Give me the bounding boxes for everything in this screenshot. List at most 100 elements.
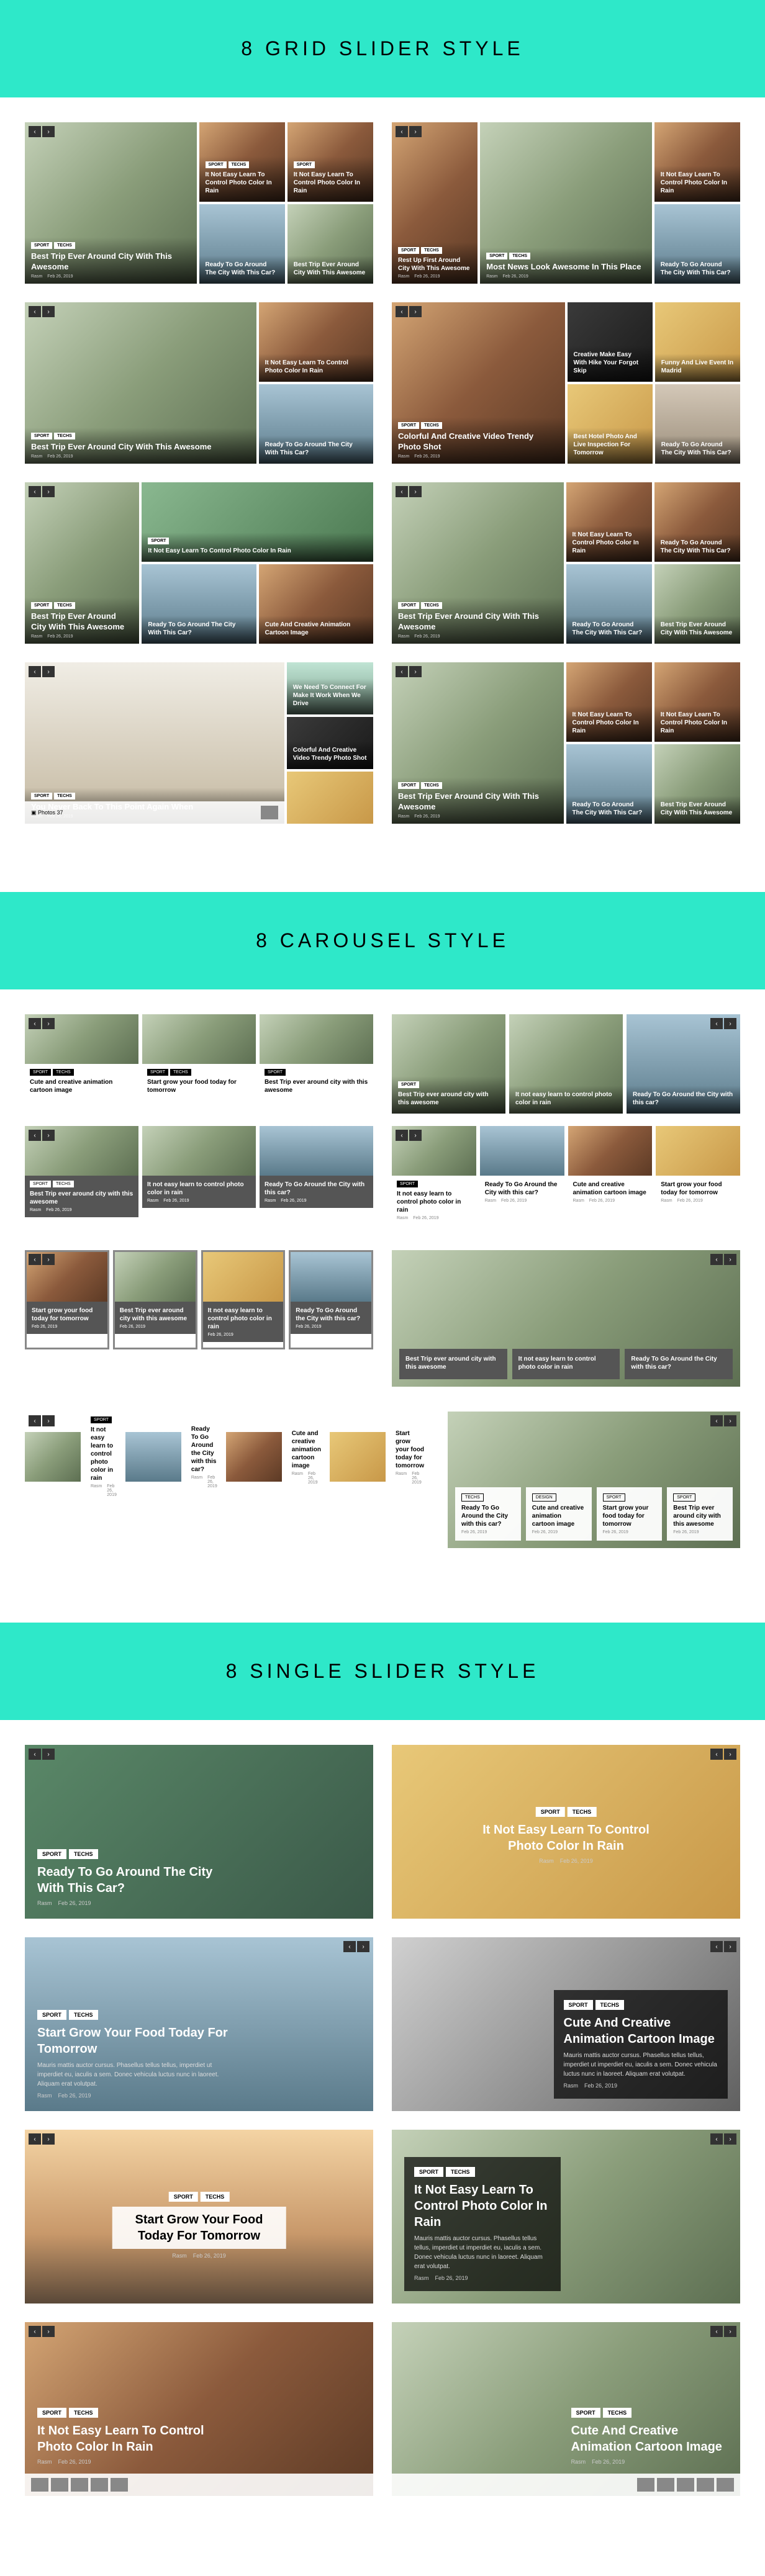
grid-tile[interactable]: SPORTTECHSMost News Look Awesome In This… <box>480 122 652 284</box>
carousel-card[interactable]: It not easy learn to control photo color… <box>509 1014 623 1114</box>
carousel-card[interactable]: Ready To Go Around the City with this ca… <box>480 1126 564 1225</box>
grid-tile[interactable]: It Not Easy Learn To Control Photo Color… <box>566 482 652 562</box>
prev-arrow-icon[interactable]: ‹ <box>710 1018 723 1029</box>
grid-tile[interactable]: Ready To Go Around The City With This Ca… <box>259 384 373 464</box>
next-arrow-icon[interactable]: › <box>724 1018 736 1029</box>
next-arrow-icon[interactable]: › <box>42 1415 55 1426</box>
prev-arrow-icon[interactable]: ‹ <box>396 486 408 497</box>
grid-tile[interactable]: SPORTTECHSBest Trip Ever Around City Wit… <box>25 302 256 464</box>
grid-tile[interactable]: Cute And Creative Animation Cartoon Imag… <box>259 564 373 644</box>
prev-arrow-icon[interactable]: ‹ <box>396 306 408 317</box>
thumb[interactable] <box>31 2478 48 2492</box>
single-slider[interactable]: ‹› SPORTTECHS Start Grow Your Food Today… <box>25 2130 373 2304</box>
wide-card[interactable]: SPORTBest Trip ever around city with thi… <box>667 1487 733 1541</box>
single-slider[interactable]: ‹› SPORTTECHS Cute And Creative Animatio… <box>392 2322 740 2496</box>
carousel-card-horizontal[interactable]: Start grow your food today for tomorrowR… <box>330 1412 429 1502</box>
next-arrow-icon[interactable]: › <box>42 2133 55 2145</box>
wide-card[interactable]: Best Trip ever around city with this awe… <box>399 1349 507 1379</box>
carousel-card-horizontal[interactable]: Cute and creative animation cartoon imag… <box>226 1412 326 1502</box>
grid-tile[interactable]: It Not Easy Learn To Control Photo Color… <box>654 122 740 202</box>
grid-tile[interactable]: Ready To Go Around The City With This Ca… <box>142 564 256 644</box>
prev-arrow-icon[interactable]: ‹ <box>710 1254 723 1265</box>
single-slider[interactable]: ‹› SPORTTECHS Ready To Go Around The Cit… <box>25 1745 373 1919</box>
prev-arrow-icon[interactable]: ‹ <box>29 1018 41 1029</box>
grid-tile[interactable]: Ready To Go Around The City With This Ca… <box>199 204 285 284</box>
prev-arrow-icon[interactable]: ‹ <box>710 2133 723 2145</box>
wide-card[interactable]: DESIGNCute and creative animation cartoo… <box>526 1487 592 1541</box>
wide-card[interactable]: Ready To Go Around the City with this ca… <box>625 1349 733 1379</box>
grid-tile[interactable]: Ready To Go Around The City With This Ca… <box>654 204 740 284</box>
grid-tile[interactable]: Creative Make Easy With Hike Your Forgot… <box>568 302 653 382</box>
prev-arrow-icon[interactable]: ‹ <box>29 1749 41 1760</box>
next-arrow-icon[interactable]: › <box>42 486 55 497</box>
thumb[interactable] <box>111 2478 128 2492</box>
grid-tile[interactable]: SPORTTECHSBest Trip Ever Around City Wit… <box>25 482 139 644</box>
next-arrow-icon[interactable]: › <box>409 1130 422 1141</box>
next-arrow-icon[interactable]: › <box>409 666 422 677</box>
next-arrow-icon[interactable]: › <box>42 1254 55 1265</box>
prev-arrow-icon[interactable]: ‹ <box>710 2326 723 2337</box>
carousel-card[interactable]: Ready To Go Around the City with this ca… <box>260 1126 373 1217</box>
thumb[interactable] <box>657 2478 674 2492</box>
grid-tile[interactable]: SPORTIt Not Easy Learn To Control Photo … <box>142 482 373 562</box>
grid-tile[interactable]: It Not Easy Learn To Control Photo Color… <box>259 302 373 382</box>
next-arrow-icon[interactable]: › <box>724 1254 736 1265</box>
grid-tile[interactable]: SPORTTECHSColorful And Creative Video Tr… <box>392 302 565 464</box>
prev-arrow-icon[interactable]: ‹ <box>710 1749 723 1760</box>
thumb[interactable] <box>261 806 278 819</box>
next-arrow-icon[interactable]: › <box>724 1941 736 1952</box>
grid-tile[interactable]: Ready To Go Around The City With This Ca… <box>654 482 740 562</box>
thumb[interactable] <box>637 2478 654 2492</box>
grid-tile[interactable]: Ready To Go Around The City With This Ca… <box>566 564 652 644</box>
grid-tile[interactable]: Colorful And Creative Video Trendy Photo… <box>287 717 373 769</box>
prev-arrow-icon[interactable]: ‹ <box>29 2326 41 2337</box>
prev-arrow-icon[interactable]: ‹ <box>343 1941 356 1952</box>
grid-tile[interactable]: Best Trip Ever Around City With This Awe… <box>287 204 373 284</box>
next-arrow-icon[interactable]: › <box>724 1415 736 1426</box>
thumb[interactable] <box>717 2478 734 2492</box>
carousel-card[interactable]: SPORTTECHSStart grow your food today for… <box>142 1014 256 1101</box>
prev-arrow-icon[interactable]: ‹ <box>396 666 408 677</box>
grid-tile[interactable]: We Need To Connect For Make It Work When… <box>287 662 373 714</box>
single-slider[interactable]: ‹› SPORTTECHS Cute And Creative Animatio… <box>392 1937 740 2111</box>
next-arrow-icon[interactable]: › <box>42 126 55 137</box>
next-arrow-icon[interactable]: › <box>409 126 422 137</box>
carousel-card[interactable]: Cute and creative animation cartoon imag… <box>568 1126 653 1225</box>
next-arrow-icon[interactable]: › <box>724 2326 736 2337</box>
carousel-card[interactable]: Best Trip ever around city with this awe… <box>113 1250 197 1349</box>
carousel-card[interactable]: It not easy learn to control photo color… <box>142 1126 256 1217</box>
grid-tile[interactable]: It Not Easy Learn To Control Photo Color… <box>654 662 740 742</box>
prev-arrow-icon[interactable]: ‹ <box>29 2133 41 2145</box>
prev-arrow-icon[interactable]: ‹ <box>29 486 41 497</box>
grid-tile[interactable]: Best Hotel Photo And Live Inspection For… <box>568 384 653 464</box>
grid-tile[interactable]: Best Trip Ever Around City With This Awe… <box>654 744 740 824</box>
grid-tile[interactable]: Best Trip Ever Around City With This Awe… <box>654 564 740 644</box>
single-slider[interactable]: ‹› SPORTTECHS It Not Easy Learn To Contr… <box>25 2322 373 2496</box>
grid-tile[interactable]: SPORTIt Not Easy Learn To Control Photo … <box>287 122 373 202</box>
carousel-card[interactable]: Start grow your food today for tomorrowF… <box>25 1250 109 1349</box>
grid-tile[interactable]: SPORTTECHSBest Trip Ever Around City Wit… <box>25 122 197 284</box>
next-arrow-icon[interactable]: › <box>409 486 422 497</box>
next-arrow-icon[interactable]: › <box>42 306 55 317</box>
grid-tile[interactable]: SPORTTECHSRest Up First Around City With… <box>392 122 478 284</box>
prev-arrow-icon[interactable]: ‹ <box>29 1415 41 1426</box>
next-arrow-icon[interactable]: › <box>724 2133 736 2145</box>
next-arrow-icon[interactable]: › <box>42 1749 55 1760</box>
carousel-card[interactable]: Start grow your food today for tomorrowR… <box>656 1126 740 1225</box>
single-slider[interactable]: ‹› SPORTTECHS It Not Easy Learn To Contr… <box>392 1745 740 1919</box>
single-slider[interactable]: ‹› SPORTTECHS Start Grow Your Food Today… <box>25 1937 373 2111</box>
prev-arrow-icon[interactable]: ‹ <box>29 1254 41 1265</box>
grid-tile[interactable]: Funny And Live Event In Madrid <box>655 302 740 382</box>
wide-card[interactable]: It not easy learn to control photo color… <box>512 1349 620 1379</box>
single-slider[interactable]: ‹› SPORTTECHS It Not Easy Learn To Contr… <box>392 2130 740 2304</box>
thumb[interactable] <box>51 2478 68 2492</box>
thumb[interactable] <box>677 2478 694 2492</box>
thumb[interactable] <box>91 2478 108 2492</box>
prev-arrow-icon[interactable]: ‹ <box>396 126 408 137</box>
prev-arrow-icon[interactable]: ‹ <box>29 1130 41 1141</box>
next-arrow-icon[interactable]: › <box>42 1018 55 1029</box>
next-arrow-icon[interactable]: › <box>42 2326 55 2337</box>
grid-tile[interactable]: Ready To Go Around The City With This Ca… <box>566 744 652 824</box>
next-arrow-icon[interactable]: › <box>357 1941 369 1952</box>
carousel-card[interactable]: Ready To Go Around the City with this ca… <box>627 1014 740 1114</box>
